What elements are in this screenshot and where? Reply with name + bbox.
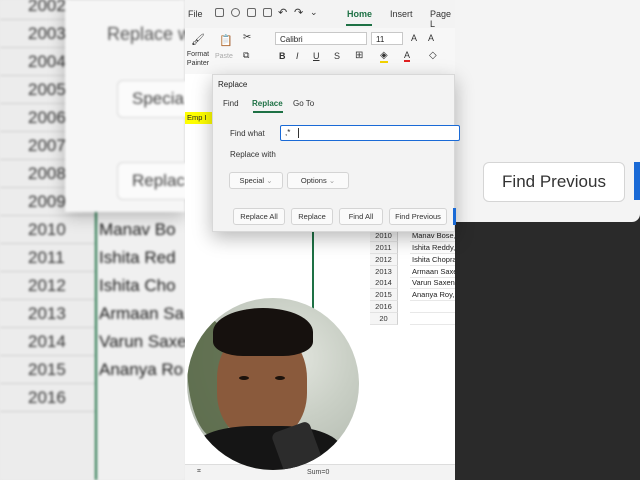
special-label: Special: [239, 176, 265, 185]
cell-b[interactable]: Armaan Saxena, 2007: [410, 266, 455, 278]
background-row-number: 2011: [0, 244, 95, 272]
ribbon: 🖌 Format Painter 📋 Paste ✂ ⧉ Calibri 11 …: [185, 28, 455, 75]
background-row-number: 2015: [0, 356, 95, 384]
row-number[interactable]: 2016: [370, 301, 398, 313]
paste-icon[interactable]: 📋: [219, 34, 233, 47]
share-icon[interactable]: [231, 8, 240, 17]
background-row-number: 2013: [0, 300, 95, 328]
format-painter-icon[interactable]: 🖌: [191, 33, 205, 46]
row-number[interactable]: 2013: [370, 265, 398, 278]
tab-home-underline: [346, 24, 372, 26]
dialog-title: Replace: [218, 80, 248, 89]
background-name: Armaan Sa: [99, 304, 185, 323]
background-replace-with: Replace wi: [107, 24, 196, 44]
background-name: Manav Bo: [99, 220, 176, 239]
find-previous-button[interactable]: Find Previous: [389, 208, 447, 225]
presenter-eye-right: [275, 376, 285, 380]
row-number[interactable]: 20: [370, 312, 398, 325]
background-dialog: Replace wi Specia Replac: [65, 0, 200, 212]
borders-icon[interactable]: ⊞: [355, 50, 363, 61]
cell-b[interactable]: Ananya Roy, 1996: [410, 289, 455, 302]
save-icon[interactable]: [215, 8, 224, 17]
background-row-number: 2016: [0, 384, 95, 412]
tab-replace-underline: [253, 111, 283, 113]
presenter-webcam: [187, 298, 359, 470]
replace-all-button[interactable]: Replace All: [233, 208, 285, 225]
font-name-select[interactable]: Calibri: [275, 32, 367, 45]
background-name: Ananya Ro: [99, 360, 184, 379]
background-name: Varun Saxe: [99, 332, 187, 351]
row-number[interactable]: 2014: [370, 277, 398, 290]
background-row-number: 2010: [0, 216, 95, 244]
redo-icon[interactable]: ↷: [294, 6, 303, 19]
find-next-button-edge[interactable]: [453, 208, 456, 225]
selection-border: [312, 220, 314, 312]
fill-color-icon[interactable]: ◈: [380, 50, 388, 63]
find-what-input[interactable]: ,*: [280, 125, 460, 141]
cell-b[interactable]: Varun Saxena, 1991: [410, 277, 455, 290]
tab-page-layout[interactable]: Page L: [430, 9, 455, 29]
presenter-body: [192, 426, 342, 470]
presenter-eye-left: [239, 376, 249, 380]
font-color-icon[interactable]: A: [404, 50, 411, 62]
paste-label: Paste: [215, 53, 233, 60]
tab-insert[interactable]: Insert: [390, 9, 413, 19]
copy-icon[interactable]: ⧉: [243, 50, 249, 61]
options-button[interactable]: Options ⌄: [287, 172, 349, 189]
clear-icon[interactable]: ◇: [429, 50, 437, 61]
background-find-previous: Find Previous: [483, 162, 625, 202]
decrease-font-icon[interactable]: A: [428, 33, 434, 43]
font-size-select[interactable]: 11: [371, 32, 403, 45]
print-icon[interactable]: [247, 8, 256, 17]
print-preview-icon[interactable]: [263, 8, 272, 17]
background-left-panel: 2002 2003 2004 2005 2006 2007 2008 2009 …: [0, 0, 200, 480]
find-what-label: Find what: [230, 129, 265, 138]
chevron-down-icon: ⌄: [328, 176, 336, 185]
row-number[interactable]: 2015: [370, 289, 398, 302]
background-blue-edge: [634, 162, 640, 200]
find-all-button[interactable]: Find All: [339, 208, 383, 225]
chevron-down-icon: ⌄: [266, 176, 273, 185]
presenter-hair: [213, 308, 313, 356]
header-cell[interactable]: Emp I: [185, 112, 213, 124]
cut-icon[interactable]: ✂: [243, 32, 251, 43]
tab-replace[interactable]: Replace: [252, 99, 283, 108]
increase-font-icon[interactable]: A: [411, 33, 417, 43]
cell-b[interactable]: [410, 301, 455, 313]
background-row-number: 2012: [0, 272, 95, 300]
cell-b[interactable]: Ishita Chopra, 2003: [410, 254, 455, 266]
font-size-value: 11: [376, 35, 385, 44]
background-row-number: 2014: [0, 328, 95, 356]
italic-icon[interactable]: I: [296, 51, 299, 61]
background-name: Ishita Red: [99, 248, 176, 267]
undo-icon[interactable]: ↶: [278, 6, 287, 19]
row-number[interactable]: 2012: [370, 253, 398, 266]
replace-button[interactable]: Replace: [291, 208, 333, 225]
text-cursor: [298, 128, 299, 138]
options-label: Options: [300, 176, 327, 185]
replace-with-label: Replace with: [230, 150, 276, 159]
tab-find[interactable]: Find: [223, 99, 239, 108]
find-what-value: ,*: [285, 128, 291, 137]
menu-file[interactable]: File: [188, 9, 203, 19]
special-button[interactable]: Special ⌄: [229, 172, 283, 189]
bold-icon[interactable]: B: [279, 51, 286, 61]
font-name-value: Calibri: [280, 35, 303, 44]
status-sum: Sum=0: [307, 469, 330, 476]
cell-b[interactable]: Ishita Reddy, 2013: [410, 242, 455, 254]
menu-bar: File ↶ ↷ ⌄ Home Insert Page L: [185, 0, 455, 29]
row-number[interactable]: 2011: [370, 242, 398, 254]
tab-home[interactable]: Home: [347, 9, 372, 19]
background-name: Ishita Cho: [99, 276, 176, 295]
replace-dialog: Replace Find Replace Go To Find what ,* …: [212, 74, 460, 232]
tab-go-to[interactable]: Go To: [293, 99, 314, 108]
strikethrough-icon[interactable]: S: [334, 51, 340, 61]
format-painter-label: Format Painter: [186, 51, 210, 67]
cell-b[interactable]: [410, 313, 455, 325]
chevron-down-icon[interactable]: ⌄: [310, 7, 318, 18]
underline-icon[interactable]: U: [313, 51, 320, 61]
